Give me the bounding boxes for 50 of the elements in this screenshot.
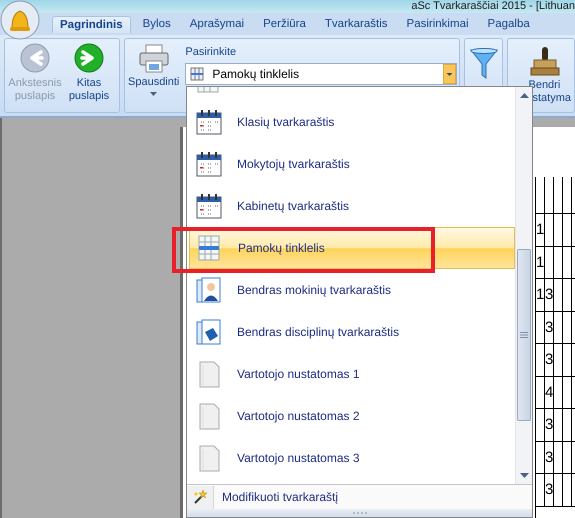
menu-tab[interactable]: Tvarkaraštis bbox=[318, 16, 395, 32]
menu-tab[interactable]: Bylos bbox=[136, 16, 178, 32]
settings-label: statyma bbox=[532, 92, 571, 105]
selector-label: Pasirinkite bbox=[185, 46, 238, 58]
book-document-icon bbox=[195, 318, 223, 346]
menu-item[interactable]: Bendras mokinių tvarkaraštis bbox=[189, 269, 515, 311]
menu-tab[interactable]: Peržiūra bbox=[256, 16, 313, 32]
scroll-thumb[interactable] bbox=[517, 249, 531, 421]
menu-item[interactable]: Vartotojo nustatomas 1 bbox=[189, 353, 515, 395]
scrollbar[interactable] bbox=[515, 87, 532, 484]
menu-item[interactable]: Pamokų tinklelis bbox=[189, 227, 515, 269]
grip-lines-icon bbox=[520, 332, 528, 338]
table-cell: 3 bbox=[545, 409, 554, 440]
table-cell: 3 bbox=[545, 442, 554, 473]
menu-tab[interactable]: Aprašymai bbox=[182, 16, 252, 32]
menu-item[interactable]: Bendras disciplinų tvarkaraštis bbox=[189, 311, 515, 353]
menu-item[interactable]: Mokytojų tvarkaraštis bbox=[189, 143, 515, 185]
person-document-icon bbox=[195, 276, 223, 304]
scroll-down-icon bbox=[520, 473, 528, 478]
table-cell: 1 bbox=[536, 279, 545, 310]
calendar-icon bbox=[195, 108, 223, 136]
table-cell: 1 bbox=[536, 214, 545, 246]
table-cell: 3 bbox=[545, 312, 554, 343]
calendar-icon bbox=[195, 150, 223, 178]
grid-icon bbox=[190, 67, 204, 81]
menu-item[interactable]: Kabinetų tvarkaraštis bbox=[189, 185, 515, 227]
table-cell: 3 bbox=[545, 344, 554, 376]
table-cell: 3 bbox=[545, 279, 554, 310]
menu-item[interactable]: Vartotojo nustatomas 3 bbox=[189, 437, 515, 479]
menu-tab[interactable]: Pasirinkimai bbox=[400, 16, 476, 32]
menu-tab[interactable]: Pagalba bbox=[480, 16, 537, 32]
menu-tab[interactable]: Pagrindinis bbox=[52, 16, 131, 32]
scroll-up-icon bbox=[520, 93, 528, 98]
menu-item[interactable]: Klasių tvarkaraštis bbox=[189, 101, 515, 143]
magic-wand-icon bbox=[192, 489, 208, 505]
window-title: aSc Tvarkaraščiai 2015 - [Lithuan bbox=[411, 0, 575, 13]
table-cell: 4 bbox=[545, 376, 554, 408]
menu-item[interactable]: Vartotojo nustatomas 2 bbox=[189, 395, 515, 437]
dropdown-arrow-icon bbox=[443, 64, 456, 84]
print-button[interactable]: Spausdinti bbox=[128, 43, 180, 96]
table-cell: 1 bbox=[536, 246, 545, 278]
schedule-combo-box[interactable]: Pamokų tinklelis bbox=[185, 63, 458, 85]
nav-button[interactable]: Kitas puslapis bbox=[62, 43, 116, 103]
calendar-icon bbox=[195, 192, 223, 220]
caret-icon bbox=[150, 92, 158, 96]
table-cell: 3 bbox=[545, 474, 554, 506]
modify-menu-item[interactable]: Modifikuoti tvarkaraštį bbox=[187, 484, 532, 509]
bell-logo-button[interactable] bbox=[0, 0, 40, 40]
printer-icon bbox=[138, 43, 170, 73]
funnel-icon bbox=[468, 47, 499, 81]
